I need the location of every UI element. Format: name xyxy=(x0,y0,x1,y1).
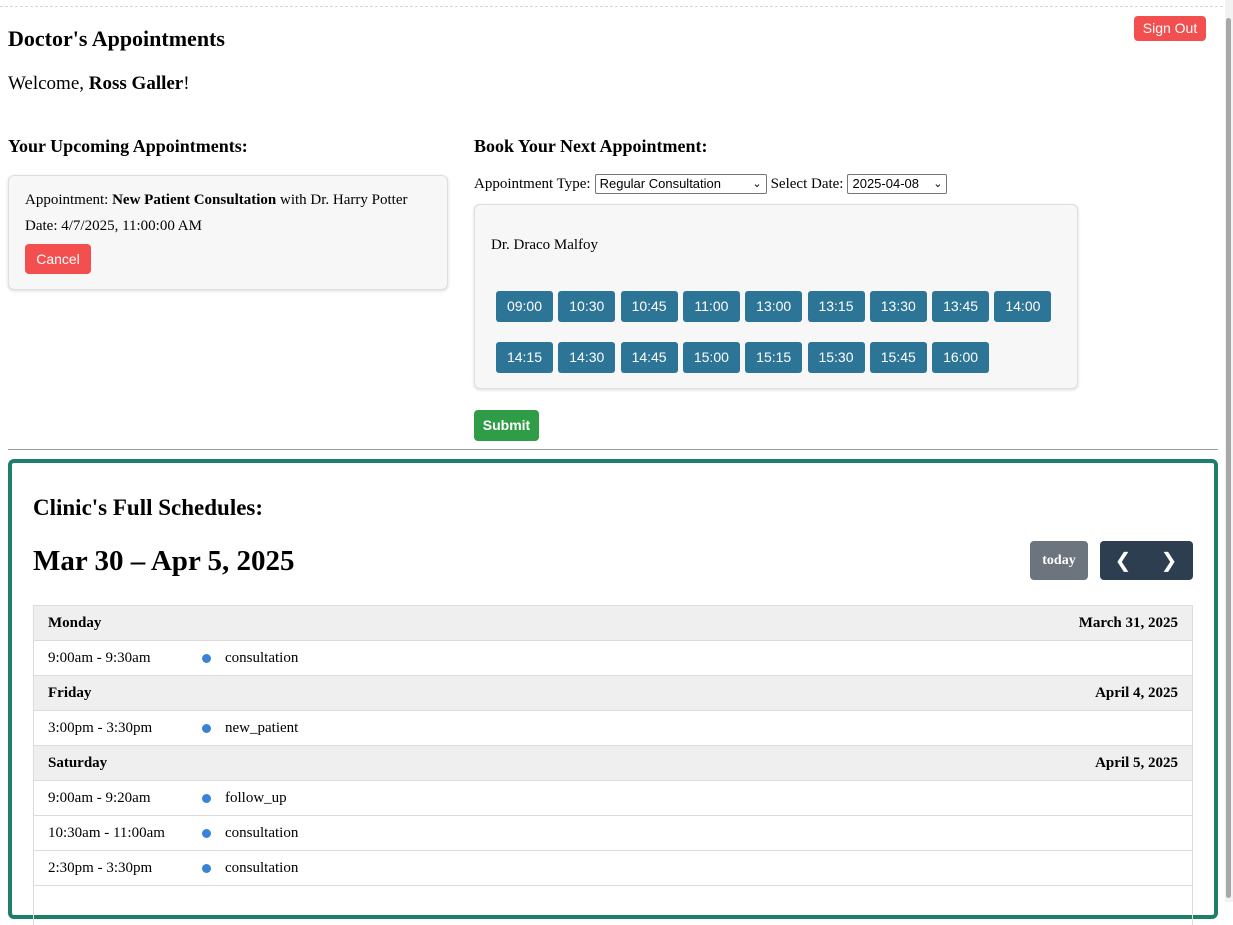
day-header-row: Friday April 4, 2025 xyxy=(34,676,1192,711)
event-title: consultation xyxy=(225,650,299,666)
page-title: Doctor's Appointments xyxy=(8,26,225,51)
sign-out-button[interactable]: Sign Out xyxy=(1134,16,1206,41)
appointment-card: Appointment: New Patient Consultation wi… xyxy=(8,175,448,290)
appointment-label: Appointment: xyxy=(25,192,113,208)
vertical-scrollbar[interactable] xyxy=(1225,0,1233,902)
time-slot-button[interactable]: 13:00 xyxy=(745,291,803,322)
event-title: consultation xyxy=(225,860,299,876)
date-select[interactable]: 2025-04-08 ⌄ xyxy=(847,174,948,194)
welcome-prefix: Welcome, xyxy=(8,73,89,94)
time-slot-button[interactable]: 14:00 xyxy=(994,291,1052,322)
user-name: Ross Galler xyxy=(88,73,184,94)
day-date: April 4, 2025 xyxy=(1095,685,1178,701)
time-slot-button[interactable]: 15:15 xyxy=(745,342,803,373)
calendar-date-range: Mar 30 – Apr 5, 2025 xyxy=(33,545,295,577)
booking-form-row: Appointment Type: Regular Consultation ⌄ … xyxy=(474,174,948,194)
submit-button[interactable]: Submit xyxy=(474,410,539,441)
time-slot-button[interactable]: 13:45 xyxy=(932,291,990,322)
time-slot-button[interactable]: 16:00 xyxy=(932,342,990,373)
event-row[interactable]: 9:00am - 9:30am consultation xyxy=(34,641,1192,676)
appointment-summary: Appointment: New Patient Consultation wi… xyxy=(25,192,407,209)
event-title: follow_up xyxy=(225,790,287,806)
chevron-right-icon[interactable]: ❯ xyxy=(1146,541,1192,580)
chevron-down-icon: ⌄ xyxy=(933,178,943,190)
calendar-nav-group: ❮ ❯ xyxy=(1100,541,1193,580)
scrollbar-thumb[interactable] xyxy=(1226,18,1231,898)
day-name: Monday xyxy=(48,615,102,631)
welcome-message: Welcome, Ross Galler! xyxy=(8,73,190,95)
today-button[interactable]: today xyxy=(1030,541,1088,580)
event-row[interactable]: 3:00pm - 3:30pm new_patient xyxy=(34,711,1192,746)
time-slot-button[interactable]: 13:15 xyxy=(807,291,865,322)
day-header-row: Saturday April 5, 2025 xyxy=(34,746,1192,781)
time-slot-button[interactable]: 15:00 xyxy=(682,342,740,373)
section-divider xyxy=(8,449,1218,450)
cancel-appointment-button[interactable]: Cancel xyxy=(25,244,91,274)
time-slot-button[interactable]: 14:30 xyxy=(558,342,616,373)
appointment-type-value: Regular Consultation xyxy=(599,176,721,191)
day-header-row: Monday March 31, 2025 xyxy=(34,606,1192,641)
time-slot-button[interactable]: 11:00 xyxy=(682,291,740,322)
chevron-down-icon: ⌄ xyxy=(752,178,762,190)
doctor-name: Dr. Draco Malfoy xyxy=(491,237,599,253)
event-time: 9:00am - 9:20am xyxy=(48,790,151,806)
schedule-heading: Clinic's Full Schedules: xyxy=(33,495,264,520)
doctor-availability-card: Dr. Draco Malfoy 09:00 10:30 10:45 11:00 13:… xyxy=(474,204,1078,389)
schedule-list: Monday March 31, 2025 9:00am - 9:30am consu… xyxy=(33,605,1193,925)
appointment-type: New Patient Consultation xyxy=(112,192,277,208)
event-row[interactable]: 9:00am - 9:20am follow_up xyxy=(34,781,1192,816)
day-date: March 31, 2025 xyxy=(1078,615,1178,631)
day-date: April 5, 2025 xyxy=(1095,755,1178,771)
event-dot-icon xyxy=(202,724,211,733)
event-title: consultation xyxy=(225,825,299,841)
page-top-border xyxy=(0,0,1233,7)
day-name: Friday xyxy=(48,685,92,701)
event-row[interactable]: 10:30am - 11:00am consultation xyxy=(34,816,1192,851)
welcome-suffix: ! xyxy=(183,73,190,94)
select-date-label: Select Date: xyxy=(770,175,844,192)
appointment-doctor: with Dr. Harry Potter xyxy=(276,192,408,208)
day-name: Saturday xyxy=(48,755,108,771)
event-time: 2:30pm - 3:30pm xyxy=(48,860,153,876)
time-slot-button[interactable]: 09:00 xyxy=(496,291,553,322)
time-slot-button[interactable]: 14:45 xyxy=(620,342,678,373)
time-slot-button[interactable]: 15:30 xyxy=(807,342,865,373)
clinic-schedule-panel: Clinic's Full Schedules: Mar 30 – Apr 5,… xyxy=(8,459,1218,925)
time-slot-button[interactable]: 14:15 xyxy=(496,342,553,373)
chevron-left-icon[interactable]: ❮ xyxy=(1100,541,1146,580)
time-slot-button[interactable]: 10:45 xyxy=(620,291,678,322)
event-title: new_patient xyxy=(225,720,299,736)
date-value: 2025-04-08 xyxy=(852,176,919,191)
time-slot-button[interactable]: 10:30 xyxy=(558,291,616,322)
event-dot-icon xyxy=(202,654,211,663)
event-time: 9:00am - 9:30am xyxy=(48,650,151,666)
event-time: 10:30am - 11:00am xyxy=(48,825,165,841)
event-dot-icon xyxy=(202,829,211,838)
time-slot-button[interactable]: 13:30 xyxy=(869,291,927,322)
appointment-date: Date: 4/7/2025, 11:00:00 AM xyxy=(25,218,202,234)
appointment-type-label: Appointment Type: xyxy=(474,175,591,192)
time-slot-button[interactable]: 15:45 xyxy=(869,342,927,373)
event-time: 3:00pm - 3:30pm xyxy=(48,720,153,736)
event-row[interactable]: 2:30pm - 3:30pm consultation xyxy=(34,851,1192,886)
event-dot-icon xyxy=(202,864,211,873)
appointment-type-select[interactable]: Regular Consultation ⌄ xyxy=(594,174,767,194)
event-dot-icon xyxy=(202,794,211,803)
upcoming-appointments-heading: Your Upcoming Appointments: xyxy=(8,136,248,156)
book-appointment-heading: Book Your Next Appointment: xyxy=(474,136,708,156)
